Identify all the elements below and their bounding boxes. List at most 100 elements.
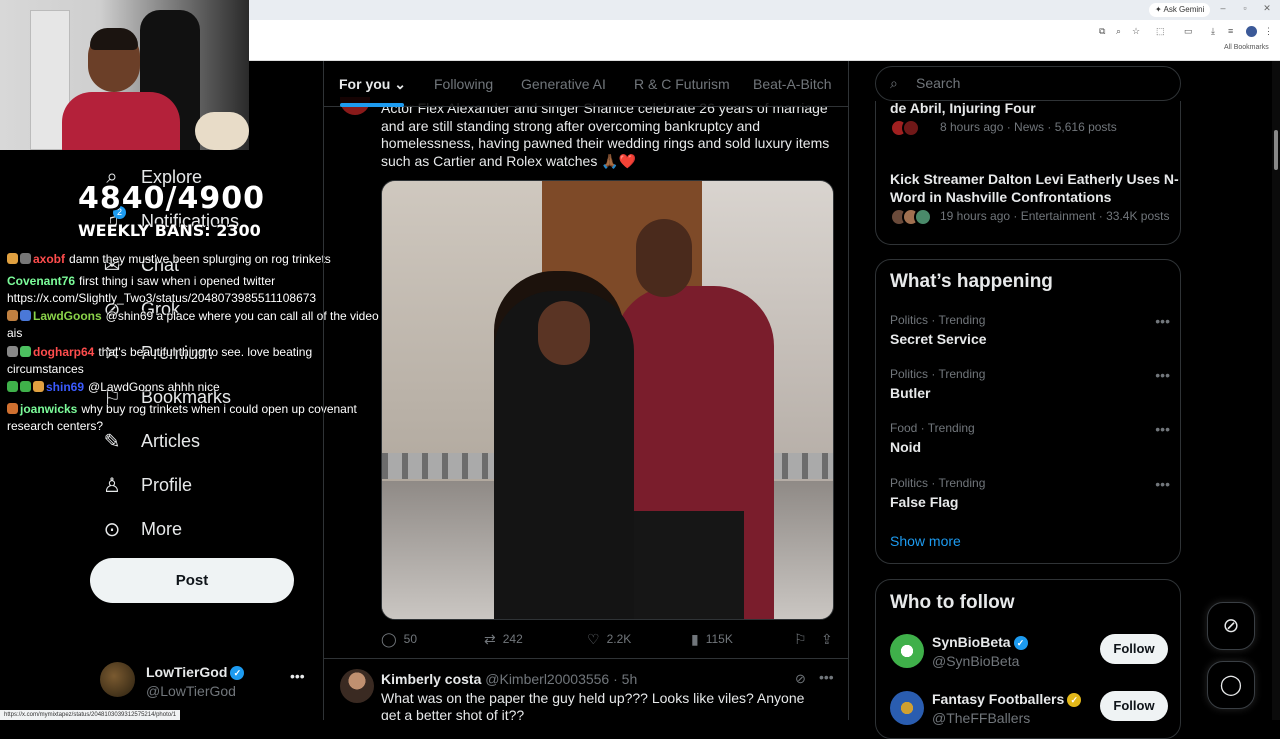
chat-message: circumstances: [7, 362, 84, 376]
tweet-time[interactable]: · 5h: [613, 671, 637, 687]
follow-name[interactable]: Fantasy Footballers ✓: [932, 691, 1082, 708]
tweet-author-name[interactable]: Kimberly costa: [381, 671, 481, 687]
sidebar-item-profile[interactable]: ♙ Profile: [100, 465, 192, 505]
share-button[interactable]: ⇪: [821, 631, 840, 648]
chat-message: first thing i saw when i opened twitter: [79, 274, 276, 288]
verified-badge-icon: ✓: [1013, 636, 1028, 651]
maximize-icon[interactable]: ▫: [1238, 3, 1252, 13]
section-title: Who to follow: [890, 592, 1015, 613]
follow-button[interactable]: Follow: [1100, 634, 1168, 664]
news-item[interactable]: Kick Streamer Dalton Levi Eatherly Uses …: [890, 170, 1180, 226]
views-button[interactable]: ▮ 115K: [691, 631, 733, 648]
trend-item[interactable]: Food · Trending Noid •••: [890, 421, 1170, 455]
right-sidebar: de Abril, Injuring Four 8 hours ago · Ne…: [850, 61, 1280, 739]
trend-item[interactable]: Politics · Trending Butler •••: [890, 367, 1170, 401]
trend-name: Secret Service: [890, 331, 987, 347]
repost-button[interactable]: ⇄ 242: [484, 631, 523, 648]
follow-suggestion[interactable]: SynBioBeta ✓ @SynBioBeta Follow: [890, 634, 1180, 674]
sidebar-item-articles[interactable]: ✎ Articles: [100, 421, 200, 461]
ban-counter: 4840/4900: [78, 181, 265, 216]
news-avatars: [890, 208, 936, 226]
follow-handle[interactable]: @SynBioBeta: [932, 653, 1019, 669]
chat-line: dogharp64 that's beautiful thing to see. …: [7, 343, 312, 361]
search-placeholder: Search: [916, 75, 961, 91]
download-icon[interactable]: ⤓: [1211, 26, 1215, 37]
more-dots-icon[interactable]: •••: [1155, 476, 1170, 492]
grok-fab-icon[interactable]: ⊘: [1207, 602, 1255, 650]
star-icon[interactable]: ☆: [1132, 26, 1140, 37]
trend-item[interactable]: Politics · Trending Secret Service •••: [890, 313, 1170, 347]
main-feed: Actor Flex Alexander and singer Shanice …: [323, 61, 849, 720]
chat-line: circumstances: [7, 360, 84, 378]
heart-icon: ♡: [587, 631, 600, 647]
news-meta: 19 hours ago · Entertainment · 33.4K pos…: [890, 208, 1180, 226]
more-dots-icon[interactable]: •••: [819, 669, 834, 685]
account-name: LowTierGod ✓: [146, 664, 245, 681]
tab-generative-ai[interactable]: Generative AI: [521, 76, 606, 92]
follow-suggestion[interactable]: Fantasy Footballers ✓ @TheFFBallers Follo…: [890, 691, 1180, 731]
post-button[interactable]: Post: [90, 558, 294, 603]
more-dots-icon[interactable]: •••: [1155, 367, 1170, 383]
all-bookmarks-link[interactable]: All Bookmarks: [1224, 44, 1269, 51]
avatar[interactable]: [890, 634, 924, 668]
trend-category: Politics · Trending: [890, 367, 986, 381]
menu-icon[interactable]: ⋮: [1264, 26, 1273, 37]
follow-name[interactable]: SynBioBeta ✓: [932, 634, 1028, 651]
more-dots-icon[interactable]: •••: [1155, 313, 1170, 329]
ask-gemini-button[interactable]: ✦ Ask Gemini: [1149, 3, 1211, 17]
follow-handle[interactable]: @TheFFBallers: [932, 710, 1030, 726]
sidebar-item-more[interactable]: ⊙ More: [100, 509, 182, 549]
messages-fab-icon[interactable]: ◯: [1207, 661, 1255, 709]
news-item[interactable]: de Abril, Injuring Four 8 hours ago · Ne…: [890, 99, 1180, 137]
trend-item[interactable]: Politics · Trending False Flag •••: [890, 476, 1170, 510]
chat-line: ais: [7, 324, 22, 342]
account-switcher[interactable]: LowTierGod ✓ @LowTierGod •••: [100, 660, 310, 706]
chat-message: damn they must've been splurging on rog …: [69, 252, 331, 266]
extensions-icon[interactable]: ⬚: [1156, 26, 1165, 37]
tweet-author-handle[interactable]: @Kimberl20003556: [485, 671, 609, 687]
avatar: [100, 662, 135, 697]
reply-icon: ◯: [381, 631, 397, 647]
search-icon: ⌕: [890, 75, 898, 91]
more-dots-icon[interactable]: •••: [290, 668, 305, 684]
trend-name: False Flag: [890, 494, 959, 510]
tab-for-you[interactable]: For you ⌄: [339, 76, 406, 93]
scrollbar-thumb[interactable]: [1274, 130, 1278, 170]
tweet-photo[interactable]: [381, 180, 834, 620]
zoom-icon[interactable]: ⌕: [1116, 26, 1121, 37]
chevron-down-icon: ⌄: [394, 76, 406, 92]
reply-button[interactable]: ◯ 50: [381, 631, 417, 648]
grok-icon[interactable]: ⊘: [795, 671, 806, 687]
address-bar[interactable]: [249, 20, 1280, 42]
chat-message: research centers?: [7, 419, 104, 433]
tab-rc-futurism[interactable]: R & C Futurism: [634, 76, 730, 92]
install-icon[interactable]: ⧉: [1099, 26, 1105, 37]
like-count: 2.2K: [606, 632, 632, 646]
search-input[interactable]: ⌕ Search: [875, 66, 1181, 101]
webcam-overlay: [0, 0, 249, 150]
sidebar-item-label: Profile: [141, 474, 193, 495]
minimize-icon[interactable]: –: [1216, 3, 1230, 13]
like-button[interactable]: ♡ 2.2K: [587, 631, 631, 648]
tab-following[interactable]: Following: [434, 76, 493, 92]
profile-avatar[interactable]: [1246, 26, 1257, 37]
close-icon[interactable]: ✕: [1260, 3, 1274, 14]
news-panel: de Abril, Injuring Four 8 hours ago · Ne…: [875, 99, 1181, 245]
chat-line: Covenant76 first thing i saw when i opene…: [7, 272, 275, 290]
reply-count: 50: [403, 632, 418, 646]
person-icon: ♙: [103, 474, 121, 497]
tab-beat-a-bitch[interactable]: Beat-A-Bitch: [753, 76, 832, 92]
tweet[interactable]: Kimberly costa @Kimberl20003556 · 5h ⊘ •…: [324, 659, 848, 720]
tweet-text: What was on the paper the guy held up???…: [381, 690, 805, 720]
avatar[interactable]: [340, 669, 374, 703]
bookmark-bar-icon[interactable]: ≡: [1228, 26, 1233, 36]
follow-button[interactable]: Follow: [1100, 691, 1168, 721]
more-dots-icon[interactable]: •••: [1155, 421, 1170, 437]
show-more-link[interactable]: Show more: [890, 533, 961, 549]
chat-message: why buy rog trinkets when i could open u…: [81, 402, 357, 416]
whats-happening-panel: What’s happening Politics · Trending Secr…: [875, 259, 1181, 564]
sidebar-item-label: More: [141, 518, 183, 539]
chat-line: research centers?: [7, 417, 103, 435]
sidepanel-icon[interactable]: ▭: [1184, 26, 1193, 37]
bookmark-button[interactable]: ⚐: [794, 631, 814, 648]
